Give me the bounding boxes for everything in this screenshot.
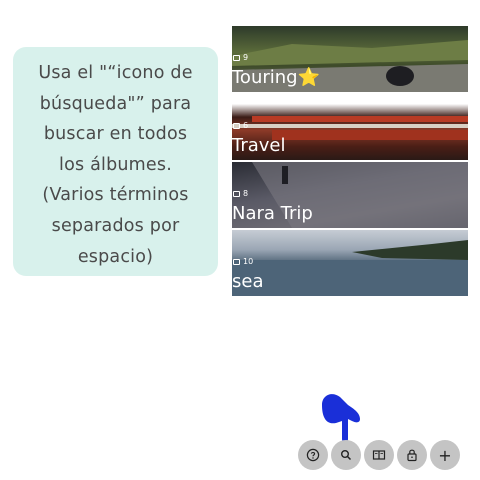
photo-count: 6: [233, 121, 248, 130]
album-card-nara-trip[interactable]: 8 Nara Trip: [232, 162, 468, 228]
photo-count: 8: [233, 189, 248, 198]
help-button[interactable]: [298, 440, 328, 470]
tooltip-line: búsqueda"” para: [39, 93, 192, 114]
album-title: Nara Trip: [232, 203, 313, 224]
photo-count: 9: [233, 53, 248, 62]
help-circle-icon: [306, 448, 320, 462]
photo-count-value: 6: [243, 121, 249, 130]
search-button[interactable]: [331, 440, 361, 470]
tooltip-line: separados por: [51, 215, 180, 236]
photo-icon: [233, 54, 240, 61]
album-list: 9 Touring⭐ 6 Travel 8 Nara Trip 10 sea: [232, 26, 468, 298]
search-hint-tooltip: Usa el "“icono de búsqueda"” para buscar…: [13, 47, 218, 276]
album-card-travel[interactable]: 6 Travel: [232, 94, 468, 160]
add-button[interactable]: +: [430, 440, 460, 470]
tooltip-line: buscar en todos: [43, 124, 188, 145]
album-view-button[interactable]: [364, 440, 394, 470]
tooltip-line: espacio): [77, 246, 154, 267]
tooltip-line: Usa el "“icono de: [38, 63, 193, 83]
photo-count-value: 9: [243, 53, 249, 62]
album-card-touring[interactable]: 9 Touring⭐: [232, 26, 468, 92]
album-title: Travel: [232, 135, 286, 156]
tooltip-line: (Varios términos: [42, 185, 189, 206]
tooltip-line: los álbumes.: [59, 154, 172, 175]
photo-icon: [233, 122, 240, 129]
album-card-sea[interactable]: 10 sea: [232, 230, 468, 296]
open-book-icon: [372, 450, 386, 460]
photo-count-value: 10: [243, 257, 254, 266]
photo-count-value: 8: [243, 189, 249, 198]
lock-icon: [407, 449, 417, 462]
album-title: Touring⭐: [232, 67, 321, 88]
pointing-hand-icon: [322, 394, 360, 442]
search-icon: [341, 450, 352, 461]
photo-count: 10: [233, 257, 253, 266]
photo-icon: [233, 258, 240, 265]
lock-button[interactable]: [397, 440, 427, 470]
album-cover-image: [232, 240, 468, 296]
album-title: sea: [232, 271, 264, 292]
photo-icon: [233, 190, 240, 197]
screen: Usa el "“icono de búsqueda"” para buscar…: [0, 0, 480, 480]
plus-icon: +: [438, 445, 452, 465]
